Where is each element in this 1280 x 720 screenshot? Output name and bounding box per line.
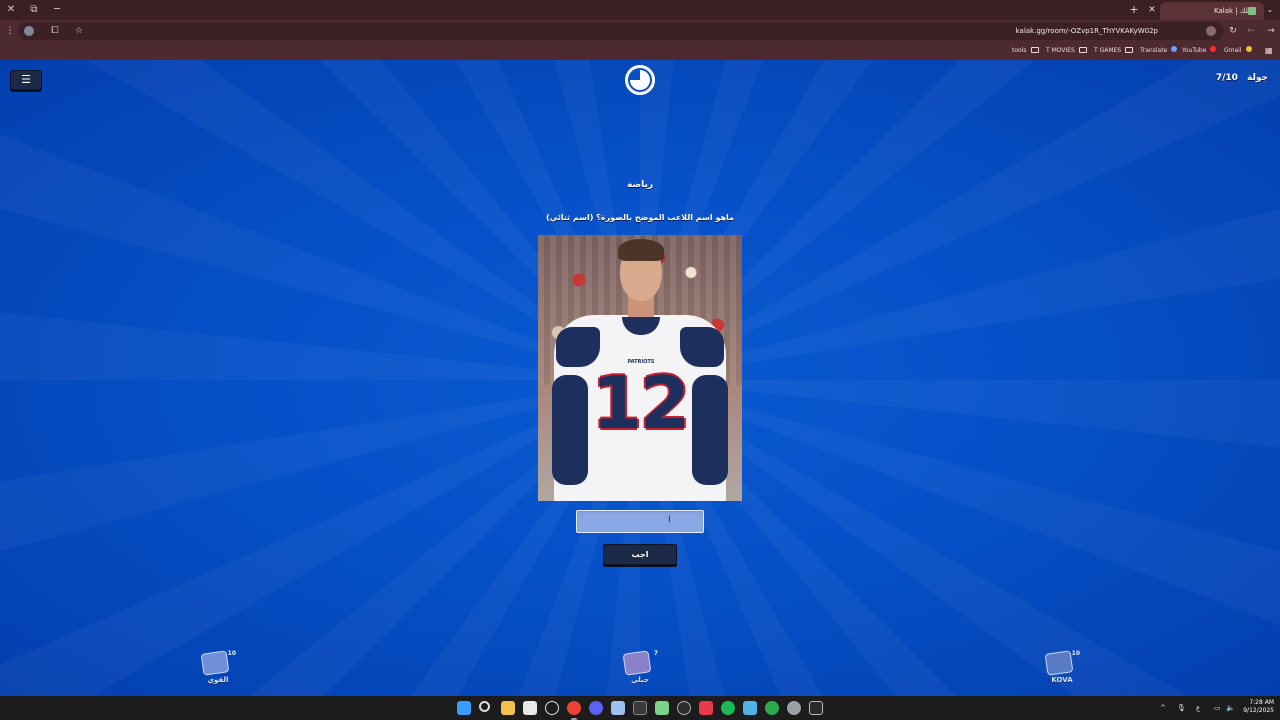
player-name: KOVA [1051,676,1073,684]
file-explorer-icon[interactable] [501,701,515,715]
bookmark-translate[interactable]: Translate [1140,46,1178,56]
start-icon[interactable] [457,701,471,715]
chrome-icon[interactable] [567,701,581,720]
site-settings-icon[interactable] [1206,26,1216,36]
show-hidden-icons-chevron-icon[interactable]: ^ [1160,702,1166,714]
chatgpt-icon[interactable] [545,701,559,715]
clock-date: 9/12/2025 [1243,707,1274,714]
spotify-icon[interactable] [721,701,735,715]
bookmark-t-movies[interactable]: T MOVIES [1046,46,1087,56]
system-clock[interactable]: 7:28 AM 9/12/2025 [1238,699,1274,715]
xbox-icon[interactable] [765,701,779,715]
restore-window-icon[interactable]: ⧉ [27,3,41,17]
terminal-icon[interactable] [809,701,823,715]
answer-input[interactable] [576,510,704,533]
reload-icon[interactable]: ↻ [1226,24,1240,38]
clock-time: 7:28 AM [1249,699,1274,706]
timer-progress [630,70,650,90]
browser-toolbar: → ← ↻ kalak.gg/room/-OZvp1R_ThYVKAKyW02p… [0,20,1280,42]
search-icon[interactable] [479,701,490,712]
extensions-icon[interactable]: ⧠ [48,24,62,38]
photos-icon[interactable] [743,701,757,715]
network-icon[interactable]: ▭ [1214,702,1221,714]
minimize-window-icon[interactable]: ─ [50,3,64,17]
url-text: kalak.gg/room/-OZvp1R_ThYVKAKyW02p [1015,27,1158,35]
apps-grid-icon[interactable]: ▦ [1265,46,1274,55]
player-card: 10 القوي [198,650,238,690]
input-language[interactable]: ع [1196,702,1200,714]
round-value: 7/10 [1215,73,1238,83]
star-icon[interactable]: ☆ [72,24,86,38]
bookmark-tools[interactable]: tools [1012,46,1039,56]
sleeve-left [552,375,588,485]
round-indicator: جولة 7/10 [1216,73,1268,83]
more-menu-icon[interactable]: ⋮ [3,24,17,38]
app-icon[interactable] [655,701,669,715]
folder-icon [1125,47,1134,53]
youtube-icon [1210,46,1217,52]
windows-taskbar: ^ 🎙 ع ▭ 🔈 7:28 AM 9/12/2025 [0,696,1280,720]
tab-search-chevron-icon[interactable]: ⌄ [1264,3,1276,17]
address-bar[interactable]: kalak.gg/room/-OZvp1R_ThYVKAKyW02p ☆ ⧠ [18,22,1224,40]
timer-icon [625,65,655,95]
capcut-icon[interactable] [699,701,713,715]
bookmark-t-games[interactable]: T GAMES [1094,46,1134,56]
question-category: رياضة [626,180,654,190]
game-page: ☰ جولة 7/10 رياضة ماهو اسم اللاعب الموضح… [0,60,1280,696]
microphone-icon[interactable]: 🎙 [1177,702,1186,714]
gmail-icon [1245,46,1252,52]
browser-tab[interactable]: Kalak | كلك [1160,2,1264,20]
browser-tab-bar: ✕ ⧉ ─ + ✕ Kalak | كلك ⌄ [0,0,1280,20]
tab-title: Kalak | كلك [1214,7,1252,15]
submit-answer-button[interactable]: اجب [603,544,677,565]
player-hair [618,239,664,261]
player-name: القوي [207,676,229,684]
notepad-icon[interactable] [611,701,625,715]
bookmark-gmail[interactable]: Gmail [1224,46,1252,56]
tab-close-icon[interactable]: ✕ [1146,3,1158,17]
bookmark-youtube[interactable]: YouTube [1182,46,1217,56]
back-arrow-icon[interactable]: → [1264,24,1278,38]
player-avatar [1044,650,1074,676]
player-score: 10 [227,650,236,657]
store-icon[interactable] [523,701,537,715]
new-tab-plus-icon[interactable]: + [1128,3,1140,17]
text-cursor-icon: I [668,515,671,525]
obs-icon[interactable] [677,701,691,715]
player-card: 7 جبلي [620,650,660,690]
player-score: 10 [1071,650,1080,657]
menu-button[interactable]: ☰ [10,70,42,90]
excel-icon[interactable] [633,701,647,715]
player-name: جبلي [631,676,649,684]
folder-icon [1078,47,1087,53]
round-label: جولة [1247,73,1268,83]
bookmarks-bar: tools T MOVIES T GAMES Translate YouTube… [0,42,1280,60]
settings-icon[interactable] [787,701,801,715]
hamburger-icon: ☰ [21,73,31,86]
profile-avatar-icon[interactable] [24,26,34,36]
player-avatar [200,650,230,676]
sleeve-right [692,375,728,485]
discord-icon[interactable] [589,701,603,715]
question-photo: PATRIOTS 12 [538,235,742,501]
player-card: 10 KOVA [1042,650,1082,690]
volume-icon[interactable]: 🔈 [1226,702,1235,714]
question-text: ماهو اسم اللاعب الموضح بالصورة؟ (اسم ثنا… [546,213,734,222]
close-window-icon[interactable]: ✕ [4,3,18,17]
player-avatar [622,650,652,676]
translate-icon [1171,46,1178,52]
site-favicon-icon [1248,7,1256,15]
player-score: 7 [653,650,658,657]
jersey-number: 12 [591,361,690,445]
folder-icon [1030,47,1039,53]
forward-arrow-icon[interactable]: ← [1244,24,1258,38]
